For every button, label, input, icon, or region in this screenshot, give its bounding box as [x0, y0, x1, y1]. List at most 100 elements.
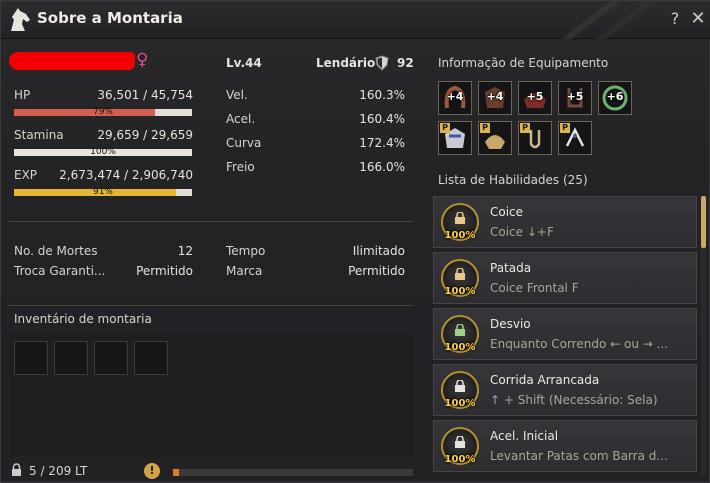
- brand-value: Permitido: [348, 264, 405, 278]
- time-label: Tempo: [226, 244, 266, 258]
- skill-icon: 100%: [441, 259, 479, 297]
- skill-item[interactable]: 100% Corrida Arrancada ↑ + Shift (Necess…: [433, 364, 697, 416]
- skill-percent: 100%: [444, 342, 476, 353]
- skill-item[interactable]: 100% Desvio Enquanto Correndo ← ou → ...: [433, 308, 697, 360]
- lock-icon: [455, 436, 465, 448]
- horse-head-icon: [11, 8, 30, 31]
- skill-name: Corrida Arrancada: [490, 373, 600, 387]
- accel-label: Acel.: [226, 112, 256, 126]
- skill-icon: 100%: [441, 427, 479, 465]
- skill-item[interactable]: 100% Acel. Inicial Levantar Patas com Ba…: [433, 420, 697, 472]
- skill-icon: 100%: [441, 203, 479, 241]
- trade-label: Troca Garanti...: [14, 264, 106, 278]
- skill-name: Coice: [490, 205, 524, 219]
- equip-slot-armor[interactable]: +4: [478, 81, 512, 115]
- stamina-value: 29,659 / 29,659: [97, 128, 193, 142]
- premium-badge: P: [440, 123, 450, 133]
- speed-label: Vel.: [226, 88, 248, 102]
- inventory-capacity: 5 / 209 LT: [29, 464, 88, 478]
- brake-value: 166.0%: [359, 160, 405, 174]
- exp-bar: 91%: [14, 187, 192, 197]
- inventory-slot[interactable]: [14, 341, 48, 375]
- skills-scrollbar[interactable]: [701, 196, 706, 248]
- premium-badge: P: [520, 123, 530, 133]
- enhance-level: +5: [566, 90, 584, 103]
- equipment-title: Informação de Equipamento: [438, 56, 609, 70]
- shield-icon: [375, 55, 389, 71]
- female-icon: ♀: [136, 50, 149, 70]
- stamina-label: Stamina: [14, 128, 64, 142]
- skill-icon: 100%: [441, 315, 479, 353]
- time-value: Ilimitado: [352, 244, 405, 258]
- skill-desc: ↑ + Shift (Necessário: Sela): [490, 393, 658, 407]
- skill-desc: Levantar Patas com Barra d...: [490, 449, 668, 463]
- skill-item[interactable]: 100% Coice Coice ↓+F: [433, 196, 697, 248]
- skill-percent: 100%: [444, 230, 476, 241]
- mount-info-window: Sobre a Montaria ? ✕ ♀ Lv.44 Lendário 92…: [0, 0, 710, 483]
- skills-list: 100% Coice Coice ↓+F 100% Patada Coice F…: [433, 196, 699, 483]
- enhance-level: +5: [526, 90, 544, 103]
- inventory-title: Inventário de montaria: [14, 312, 152, 326]
- inventory-slot[interactable]: [94, 341, 128, 375]
- grade-value: 92: [397, 56, 414, 70]
- hp-percent: 79%: [92, 107, 113, 117]
- equip-slot-stirrups[interactable]: +5: [558, 81, 592, 115]
- deaths-value: 12: [177, 244, 193, 258]
- brake-label: Freio: [226, 160, 255, 174]
- divider: [9, 305, 413, 306]
- hp-label: HP: [14, 88, 31, 102]
- skills-title: Lista de Habilidades (25): [438, 173, 588, 187]
- hp-value: 36,501 / 45,754: [97, 88, 193, 102]
- enhance-level: +4: [446, 90, 464, 103]
- trade-value: Permitido: [136, 264, 193, 278]
- close-button[interactable]: ✕: [689, 8, 707, 29]
- premium-badge: P: [560, 123, 570, 133]
- title-bar[interactable]: Sobre a Montaria ? ✕: [1, 1, 710, 39]
- accel-value: 160.4%: [359, 112, 405, 126]
- lock-icon: [455, 380, 465, 392]
- skill-percent: 100%: [444, 454, 476, 465]
- skill-item[interactable]: 100% Patada Coice Frontal F: [433, 252, 697, 304]
- window-title: Sobre a Montaria: [37, 9, 183, 27]
- skill-icon: 100%: [441, 371, 479, 409]
- mount-grade: Lendário: [316, 56, 376, 70]
- exp-percent: 91%: [92, 187, 113, 197]
- skill-name: Desvio: [490, 317, 531, 331]
- stamina-bar: 100%: [14, 147, 192, 157]
- mount-name-redacted: [9, 52, 135, 70]
- help-button[interactable]: ?: [667, 9, 683, 28]
- weight-bar: [173, 469, 413, 476]
- exp-label: EXP: [14, 168, 38, 182]
- premium-badge: P: [480, 123, 490, 133]
- equip-slot-costume-armor[interactable]: P: [438, 121, 472, 155]
- equip-slot-horseshoe[interactable]: +4: [438, 81, 472, 115]
- stamina-percent: 100%: [90, 147, 116, 157]
- equip-slot-costume-mask[interactable]: P: [558, 121, 592, 155]
- skill-desc: Coice Frontal F: [490, 281, 579, 295]
- weight-bar-fill: [173, 469, 179, 476]
- inventory-slot[interactable]: [134, 341, 168, 375]
- equip-slot-saddle[interactable]: +5: [518, 81, 552, 115]
- exp-value: 2,673,474 / 2,906,740: [59, 168, 193, 182]
- mount-level: Lv.44: [226, 56, 262, 70]
- equip-slot-horseshoe-2[interactable]: +6: [598, 81, 632, 115]
- lock-icon: [455, 212, 465, 224]
- divider: [9, 221, 413, 222]
- deaths-label: No. de Mortes: [14, 244, 98, 258]
- warning-icon[interactable]: !: [144, 463, 160, 479]
- lock-icon: [455, 324, 465, 336]
- enhance-level: +6: [606, 90, 624, 103]
- lock-icon: [455, 268, 465, 280]
- skill-name: Acel. Inicial: [490, 429, 559, 443]
- turn-value: 172.4%: [359, 136, 405, 150]
- hp-bar: 79%: [14, 107, 192, 117]
- equip-slot-costume-stirrups[interactable]: P: [518, 121, 552, 155]
- speed-value: 160.3%: [359, 88, 405, 102]
- skill-percent: 100%: [444, 286, 476, 297]
- inventory-slot[interactable]: [54, 341, 88, 375]
- enhance-level: +4: [486, 90, 504, 103]
- turn-label: Curva: [226, 136, 262, 150]
- equip-slot-costume-saddle[interactable]: P: [478, 121, 512, 155]
- lock-icon: [12, 463, 21, 476]
- brand-label: Marca: [226, 264, 263, 278]
